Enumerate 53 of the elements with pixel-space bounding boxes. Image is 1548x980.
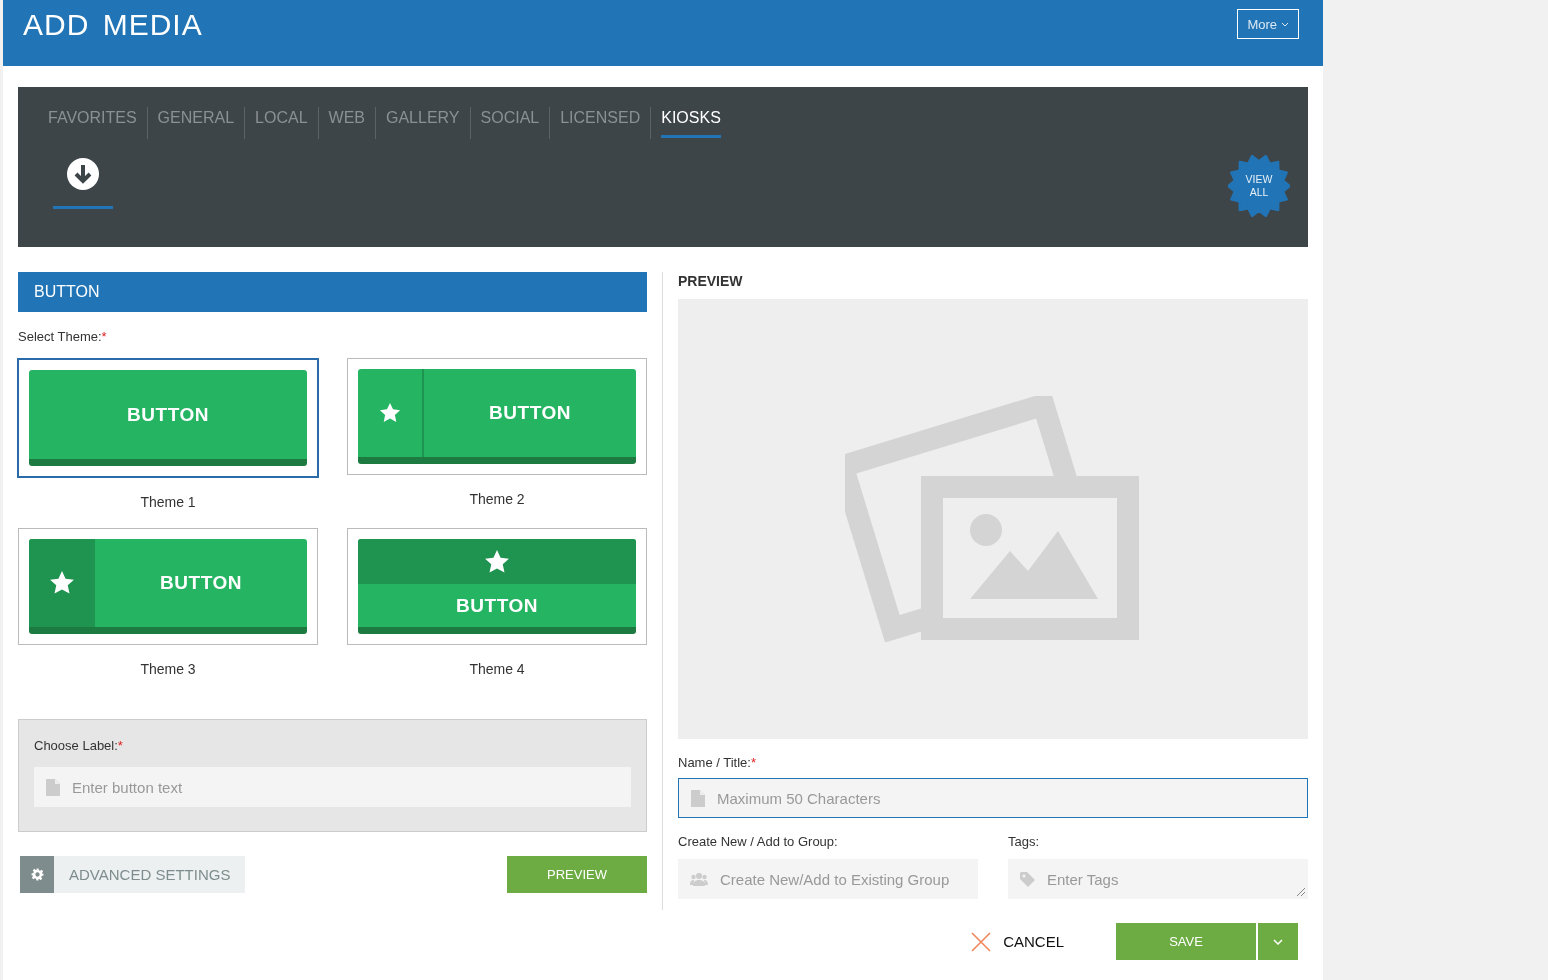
button-preview: BUTTON [358, 369, 636, 464]
file-icon [46, 778, 60, 796]
theme-option[interactable]: BUTTON [18, 528, 318, 645]
button-preview: BUTTON [29, 370, 307, 466]
preview-button[interactable]: PREVIEW [507, 856, 647, 893]
star-icon [49, 570, 75, 596]
theme-name: Theme 4 [469, 661, 525, 677]
source-tab[interactable]: GENERAL [157, 107, 235, 138]
tag-icon [1020, 871, 1035, 887]
source-tab[interactable]: LOCAL [255, 107, 308, 138]
settings-icon [30, 868, 44, 881]
source-tab[interactable]: WEB [328, 107, 365, 138]
close-icon [971, 931, 992, 952]
text-input[interactable]: Enter Tags [1047, 859, 1296, 899]
file-icon [691, 789, 705, 807]
more-button[interactable]: More [1237, 9, 1299, 39]
theme-name: Theme 3 [140, 661, 196, 677]
page-title: ADD MEDIA [23, 8, 203, 42]
field-label: Tags: [1008, 834, 1041, 849]
section-title: BUTTON [18, 272, 647, 312]
theme-option[interactable]: BUTTON [347, 528, 647, 645]
source-tab[interactable]: SOCIAL [480, 107, 540, 138]
kiosk-subtab[interactable] [53, 155, 113, 209]
image-placeholder-icon [845, 396, 1141, 642]
users-icon [690, 872, 708, 886]
save-button[interactable]: SAVE [1116, 923, 1256, 960]
source-tab[interactable]: GALLERY [386, 107, 460, 138]
source-tab[interactable]: FAVORITES [48, 107, 137, 138]
view-all-badge[interactable]: VIEW ALL [1228, 155, 1290, 217]
input-field[interactable]: Enter Tags [1008, 859, 1308, 899]
chevron-down-icon [1273, 938, 1283, 945]
download-icon [66, 157, 100, 191]
button-preview: BUTTON [29, 539, 307, 634]
field-label: Select Theme:* [18, 329, 108, 344]
cancel-button[interactable]: CANCEL [965, 930, 1070, 953]
theme-option[interactable]: BUTTON [347, 358, 647, 475]
preview-title: PREVIEW [678, 273, 744, 289]
text-input[interactable]: Create New/Add to Existing Group [720, 859, 966, 899]
star-icon [484, 548, 510, 575]
resize-handle-icon[interactable] [1294, 885, 1306, 897]
theme-name: Theme 2 [469, 491, 525, 507]
theme-option[interactable]: BUTTON [17, 358, 319, 478]
theme-name: Theme 1 [140, 494, 196, 510]
field-label: Choose Label:* [34, 738, 124, 753]
advanced-settings-button[interactable]: ADVANCED SETTINGS [20, 856, 246, 893]
field-label: Create New / Add to Group: [678, 834, 839, 849]
star-icon [379, 402, 401, 424]
field-label: Name / Title:* [678, 755, 758, 770]
source-tab[interactable]: LICENSED [560, 107, 641, 138]
button-preview: BUTTON [358, 539, 636, 634]
chevron-down-icon [1281, 21, 1289, 27]
input-field[interactable]: Create New/Add to Existing Group [678, 859, 978, 899]
source-tab[interactable]: KIOSKS [661, 107, 721, 138]
